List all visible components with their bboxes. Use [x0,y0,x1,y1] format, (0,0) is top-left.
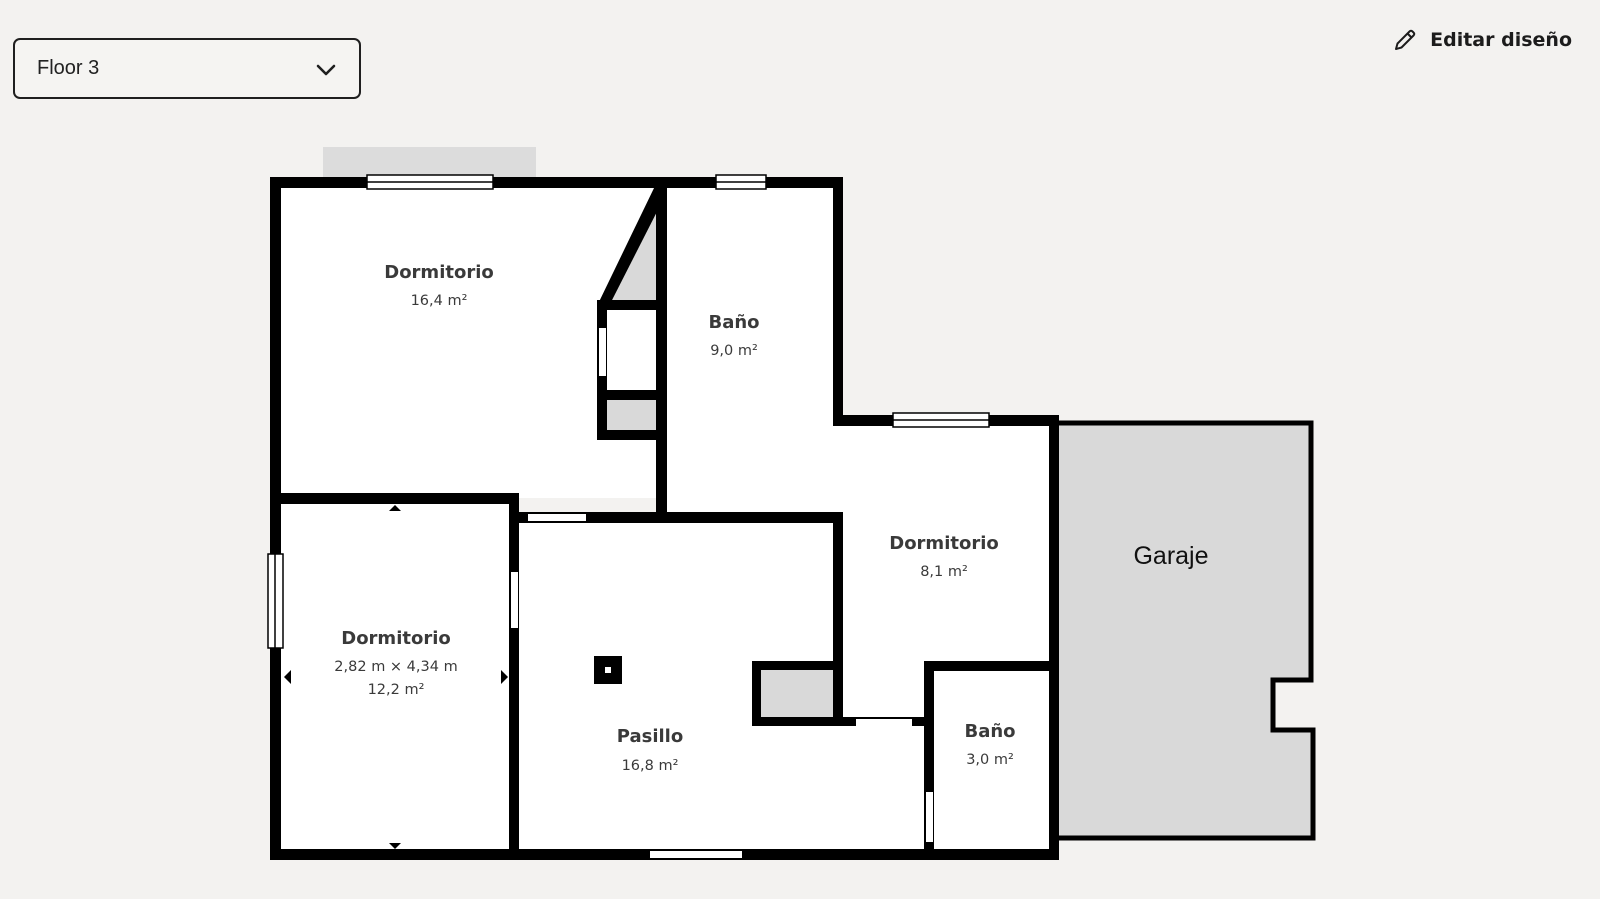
garage[interactable] [1052,420,1316,841]
room-name: Baño [708,312,759,333]
room-area: 16,8 m² [622,758,679,774]
balcony-area [323,147,536,177]
floor-plan: Dormitorio 16,4 m² Baño 9,0 m² Dormitori… [267,147,1316,860]
room-name: Dormitorio [341,628,451,649]
room-area: 3,0 m² [966,752,1014,768]
room-name: Baño [964,721,1015,742]
room-area: 8,1 m² [920,564,968,580]
room-name: Dormitorio [889,533,999,554]
room-name: Dormitorio [384,262,494,283]
room-area: 12,2 m² [368,682,425,698]
room-area: 16,4 m² [411,293,468,309]
room-label-garage[interactable]: Garaje [1133,542,1208,570]
room-name: Pasillo [617,726,683,747]
room-dimensions: 2,82 m × 4,34 m [334,659,457,675]
room-name: Garaje [1133,542,1208,570]
room-area: 9,0 m² [710,343,758,359]
